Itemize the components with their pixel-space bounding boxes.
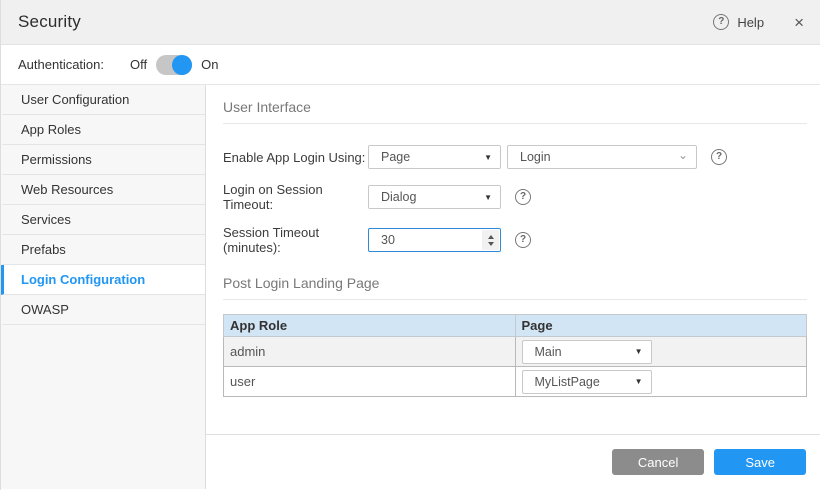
session-timeout-row: Session Timeout (minutes): ?	[223, 225, 807, 255]
help-link[interactable]: Help	[737, 15, 764, 30]
sidebar-item-app-roles[interactable]: App Roles	[1, 115, 205, 145]
toggle-on-label: On	[201, 57, 218, 72]
page-column-header: Page	[515, 315, 807, 337]
sidebar-item-permissions[interactable]: Permissions	[1, 145, 205, 175]
session-timeout-label: Session Timeout (minutes):	[223, 225, 368, 255]
table-row: user MyListPage ▼	[224, 367, 807, 397]
section-divider	[223, 299, 807, 300]
authentication-label: Authentication:	[18, 57, 104, 72]
authentication-toggle[interactable]	[156, 55, 192, 75]
step-up-icon[interactable]	[488, 235, 494, 239]
post-login-heading: Post Login Landing Page	[223, 275, 807, 291]
table-row: admin Main ▼	[224, 337, 807, 367]
login-configuration-panel: User Interface Enable App Login Using: P…	[206, 85, 820, 434]
login-on-timeout-help-icon[interactable]: ?	[515, 189, 531, 205]
cancel-button[interactable]: Cancel	[612, 449, 704, 475]
login-type-select[interactable]: Page ▼	[368, 145, 501, 169]
sidebar-item-login-configuration[interactable]: Login Configuration	[1, 265, 205, 295]
app-role-cell: user	[224, 367, 516, 397]
admin-page-select[interactable]: Main ▼	[522, 340, 652, 364]
session-timeout-help-icon[interactable]: ?	[515, 232, 531, 248]
step-down-icon[interactable]	[488, 242, 494, 246]
chevron-down-icon: ⌄	[678, 148, 688, 162]
sidebar-item-services[interactable]: Services	[1, 205, 205, 235]
toggle-off-label: Off	[130, 57, 147, 72]
table-header-row: App Role Page	[224, 315, 807, 337]
save-button[interactable]: Save	[714, 449, 806, 475]
close-icon[interactable]: ×	[794, 14, 804, 31]
sidebar-item-web-resources[interactable]: Web Resources	[1, 175, 205, 205]
app-role-cell: admin	[224, 337, 516, 367]
login-on-timeout-row: Login on Session Timeout: Dialog ▼ ?	[223, 182, 807, 212]
dialog-header: Security ? Help ×	[1, 0, 820, 45]
caret-down-icon: ▼	[635, 347, 643, 356]
enable-app-login-row: Enable App Login Using: Page ▼ Login ⌄ ?	[223, 145, 807, 169]
enable-app-login-label: Enable App Login Using:	[223, 150, 368, 165]
user-interface-heading: User Interface	[223, 99, 807, 115]
user-page-value: MyListPage	[535, 375, 600, 389]
app-role-column-header: App Role	[224, 315, 516, 337]
authentication-bar: Authentication: Off On	[1, 45, 820, 85]
post-login-landing-table: App Role Page admin Main ▼	[223, 314, 807, 397]
login-page-value: Login	[520, 150, 551, 164]
sidebar-item-prefabs[interactable]: Prefabs	[1, 235, 205, 265]
caret-down-icon: ▼	[484, 153, 492, 162]
toggle-knob-icon	[172, 55, 192, 75]
number-stepper[interactable]	[482, 230, 499, 250]
user-page-select[interactable]: MyListPage ▼	[522, 370, 652, 394]
caret-down-icon: ▼	[484, 193, 492, 202]
enable-app-login-help-icon[interactable]: ?	[711, 149, 727, 165]
login-page-select[interactable]: Login ⌄	[507, 145, 697, 169]
help-circle-icon[interactable]: ?	[713, 14, 729, 30]
dialog-footer: Cancel Save	[206, 434, 820, 489]
timeout-mode-select[interactable]: Dialog ▼	[368, 185, 501, 209]
login-type-value: Page	[381, 150, 410, 164]
settings-sidebar: User Configuration App Roles Permissions…	[1, 85, 206, 489]
section-divider	[223, 123, 807, 124]
login-on-timeout-label: Login on Session Timeout:	[223, 182, 368, 212]
caret-down-icon: ▼	[635, 377, 643, 386]
timeout-mode-value: Dialog	[381, 190, 416, 204]
sidebar-item-user-configuration[interactable]: User Configuration	[1, 85, 205, 115]
sidebar-item-owasp[interactable]: OWASP	[1, 295, 205, 325]
page-title: Security	[18, 12, 81, 32]
admin-page-value: Main	[535, 345, 562, 359]
